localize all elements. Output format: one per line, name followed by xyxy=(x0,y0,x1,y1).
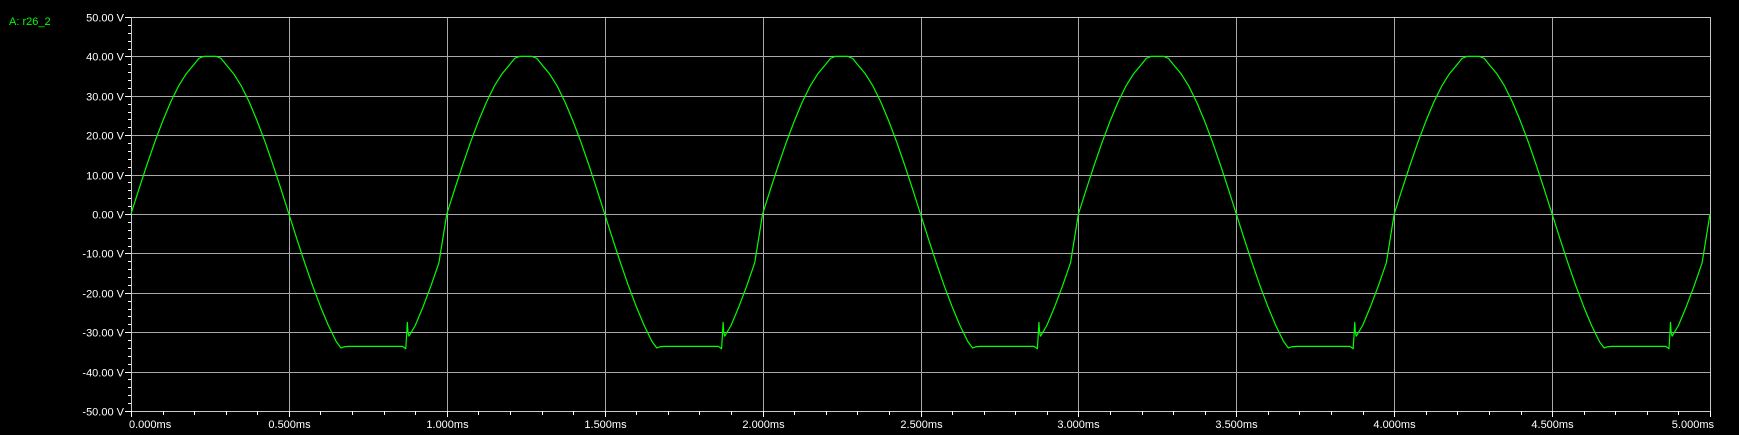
y-tick-label: 50.00 V xyxy=(86,13,125,25)
x-tick-label: 0.000ms xyxy=(129,419,172,431)
x-tick-label: 2.000ms xyxy=(742,419,785,431)
y-tick-label: -30.00 V xyxy=(82,328,124,340)
trace-layer xyxy=(130,55,1711,350)
x-tick-label: 1.000ms xyxy=(426,419,469,431)
x-tick-label: 1.500ms xyxy=(584,419,627,431)
y-tick-label: 30.00 V xyxy=(86,92,125,104)
x-tick-label: 2.500ms xyxy=(900,419,943,431)
x-tick-label: 0.500ms xyxy=(268,419,311,431)
x-tick-label: 4.000ms xyxy=(1373,419,1416,431)
y-tick-label: -20.00 V xyxy=(82,289,124,301)
x-tick-label: 5.000ms xyxy=(1672,419,1715,431)
y-axis: 50.00 V 40.00 V 30.00 V 20.00 V 10.00 V 0.00 … xyxy=(82,13,131,419)
y-tick-label: -50.00 V xyxy=(82,407,124,419)
y-tick-label: 40.00 V xyxy=(86,52,125,64)
y-tick-label: 10.00 V xyxy=(86,171,125,183)
y-tick-label: -10.00 V xyxy=(82,249,124,261)
waveform-trace xyxy=(130,55,1711,350)
y-tick-label: 0.00 V xyxy=(92,210,124,222)
y-tick-label: 20.00 V xyxy=(86,131,125,143)
oscilloscope-plot: 50.00 V 40.00 V 30.00 V 20.00 V 10.00 V 0.00 … xyxy=(82,13,1714,432)
x-axis: 0.000ms 0.500ms 1.000ms 1.500ms 2.000ms 2.500… xyxy=(129,411,1714,431)
x-tick-label: 3.500ms xyxy=(1215,419,1258,431)
x-tick-label: 3.000ms xyxy=(1057,419,1100,431)
x-tick-label: 4.500ms xyxy=(1531,419,1574,431)
y-tick-label: -40.00 V xyxy=(82,368,124,380)
